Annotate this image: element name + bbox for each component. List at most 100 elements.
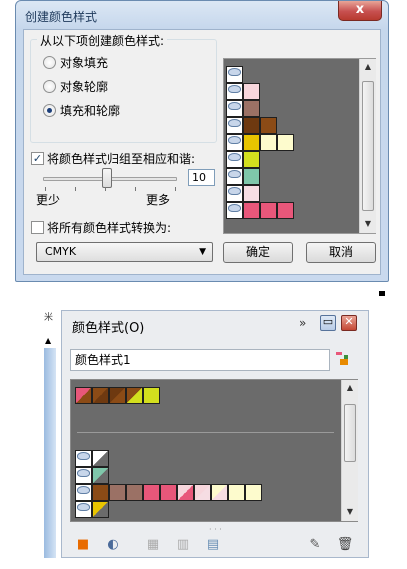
dialog-close-button[interactable]: x bbox=[338, 1, 382, 21]
harmony-icon[interactable] bbox=[75, 484, 92, 501]
scroll-down-icon[interactable]: ▼ bbox=[342, 504, 358, 520]
color-swatch[interactable] bbox=[109, 484, 126, 501]
ok-button[interactable]: 确定 bbox=[223, 242, 293, 263]
color-swatch[interactable] bbox=[277, 202, 294, 219]
radio-label: 填充和轮廓 bbox=[60, 104, 121, 118]
minimize-icon[interactable]: ▭ bbox=[320, 315, 336, 331]
color-swatch[interactable] bbox=[211, 484, 228, 501]
harmony-icon[interactable] bbox=[226, 185, 243, 202]
color-swatch[interactable] bbox=[194, 484, 211, 501]
radio-object-fill[interactable]: 对象填充 bbox=[43, 54, 108, 71]
scroll-up-icon[interactable]: ▲ bbox=[360, 59, 376, 75]
color-swatch[interactable] bbox=[243, 168, 260, 185]
color-swatch[interactable] bbox=[92, 450, 109, 467]
color-model-dropdown[interactable]: CMYK ▼ bbox=[36, 242, 213, 262]
radio-button-selected[interactable] bbox=[43, 104, 56, 117]
harmony-icon[interactable] bbox=[75, 501, 92, 518]
scroll-up-icon[interactable]: ▲ bbox=[342, 380, 358, 396]
slider-tick bbox=[105, 187, 106, 191]
eyedropper-icon[interactable]: ✎ bbox=[306, 536, 324, 554]
harmony-slider-thumb[interactable] bbox=[102, 168, 112, 188]
close-icon[interactable]: ✕ bbox=[341, 315, 357, 331]
color-swatch[interactable] bbox=[243, 185, 260, 202]
harmony-icon[interactable] bbox=[226, 83, 243, 100]
color-styles-pane: ▲ ▼ bbox=[70, 379, 358, 522]
harmony-icon[interactable] bbox=[226, 117, 243, 134]
import-icon[interactable]: ▦ bbox=[144, 536, 162, 554]
color-swatch[interactable] bbox=[243, 100, 260, 117]
export-icon[interactable]: ▥ bbox=[174, 536, 192, 554]
color-swatch[interactable] bbox=[260, 202, 277, 219]
color-swatch[interactable] bbox=[260, 134, 277, 151]
color-swatch[interactable] bbox=[228, 484, 245, 501]
slider-tick bbox=[135, 187, 136, 191]
dialog-title: 创建颜色样式 bbox=[25, 10, 98, 24]
harmony-icon[interactable] bbox=[226, 66, 243, 83]
slider-tick bbox=[75, 187, 76, 191]
radio-object-outline[interactable]: 对象轮廓 bbox=[43, 78, 108, 95]
expand-icon[interactable]: » bbox=[299, 316, 306, 330]
collapse-up-icon[interactable]: ▲ bbox=[45, 336, 51, 345]
color-swatch[interactable] bbox=[75, 387, 92, 404]
harmony-icon[interactable] bbox=[226, 202, 243, 219]
color-swatch[interactable] bbox=[243, 83, 260, 100]
delete-icon[interactable]: 🗑 bbox=[336, 536, 354, 554]
create-color-style-dialog: 创建颜色样式 x 从以下项创建颜色样式: 对象填充 对象轮廓 填充和轮廓 ✓ 将… bbox=[15, 0, 389, 282]
group-harmony-checkbox-row[interactable]: ✓ 将颜色样式归组至相应和谐: bbox=[31, 150, 195, 167]
splitter-grip[interactable]: · · · bbox=[209, 525, 222, 534]
color-swatch[interactable] bbox=[109, 387, 126, 404]
harmony-icon[interactable] bbox=[226, 134, 243, 151]
color-swatch[interactable] bbox=[92, 484, 109, 501]
color-swatch[interactable] bbox=[92, 467, 109, 484]
color-swatch[interactable] bbox=[143, 484, 160, 501]
radio-button[interactable] bbox=[43, 56, 56, 69]
convert-checkbox-row[interactable]: 将所有颜色样式转换为: bbox=[31, 219, 171, 236]
checkbox-unchecked[interactable] bbox=[31, 221, 44, 234]
slider-max-label: 更多 bbox=[146, 193, 171, 207]
scroll-thumb[interactable] bbox=[344, 404, 356, 462]
color-swatch[interactable] bbox=[126, 484, 143, 501]
chevron-down-icon: ▼ bbox=[199, 247, 206, 257]
color-swatch[interactable] bbox=[160, 484, 177, 501]
color-swatch[interactable] bbox=[277, 134, 294, 151]
color-swatch[interactable] bbox=[92, 501, 109, 518]
radio-label: 对象轮廓 bbox=[60, 80, 109, 94]
slider-tick bbox=[175, 187, 176, 191]
source-group-title: 从以下项创建颜色样式: bbox=[37, 32, 168, 49]
pane-divider bbox=[77, 432, 334, 433]
color-swatch[interactable] bbox=[177, 484, 194, 501]
radio-button[interactable] bbox=[43, 80, 56, 93]
new-color-style-icon[interactable]: ■ bbox=[74, 536, 92, 554]
style-name-field[interactable]: 颜色样式1 bbox=[70, 349, 330, 371]
radio-fill-and-outline[interactable]: 填充和轮廓 bbox=[43, 102, 120, 119]
color-swatch[interactable] bbox=[243, 134, 260, 151]
color-styles-docker: 颜色样式(O) » ▭ ✕ 颜色样式1 ▲ ▼ · · · ■ ◐ ▦ ▥ ▤ … bbox=[61, 310, 369, 558]
radio-label: 对象填充 bbox=[60, 56, 109, 70]
color-swatch[interactable] bbox=[260, 117, 277, 134]
slider-min-label: 更少 bbox=[36, 193, 61, 207]
apply-style-icon[interactable]: ▤ bbox=[204, 536, 222, 554]
color-swatch[interactable] bbox=[243, 151, 260, 168]
harmony-icon[interactable] bbox=[226, 100, 243, 117]
checkbox-checked[interactable]: ✓ bbox=[31, 152, 44, 165]
color-swatch[interactable] bbox=[243, 202, 260, 219]
docker-tab-bar[interactable] bbox=[44, 348, 56, 558]
color-style-options-icon[interactable] bbox=[334, 350, 352, 368]
harmony-icon[interactable] bbox=[75, 450, 92, 467]
color-swatch[interactable] bbox=[126, 387, 143, 404]
menu-glyph: 米 bbox=[44, 313, 54, 323]
pane-scrollbar[interactable]: ▲ ▼ bbox=[341, 380, 358, 521]
harmony-icon[interactable] bbox=[226, 151, 243, 168]
color-swatch[interactable] bbox=[143, 387, 160, 404]
scroll-down-icon[interactable]: ▼ bbox=[360, 216, 376, 232]
harmony-icon[interactable] bbox=[75, 467, 92, 484]
new-harmony-icon[interactable]: ◐ bbox=[104, 536, 122, 554]
color-swatch[interactable] bbox=[92, 387, 109, 404]
cancel-button[interactable]: 取消 bbox=[306, 242, 376, 263]
scroll-thumb[interactable] bbox=[362, 81, 374, 211]
color-swatch[interactable] bbox=[245, 484, 262, 501]
harmony-icon[interactable] bbox=[226, 168, 243, 185]
color-swatch[interactable] bbox=[243, 117, 260, 134]
preview-scrollbar[interactable]: ▲ ▼ bbox=[359, 59, 376, 233]
harmony-count-field[interactable]: 10 bbox=[188, 169, 215, 186]
